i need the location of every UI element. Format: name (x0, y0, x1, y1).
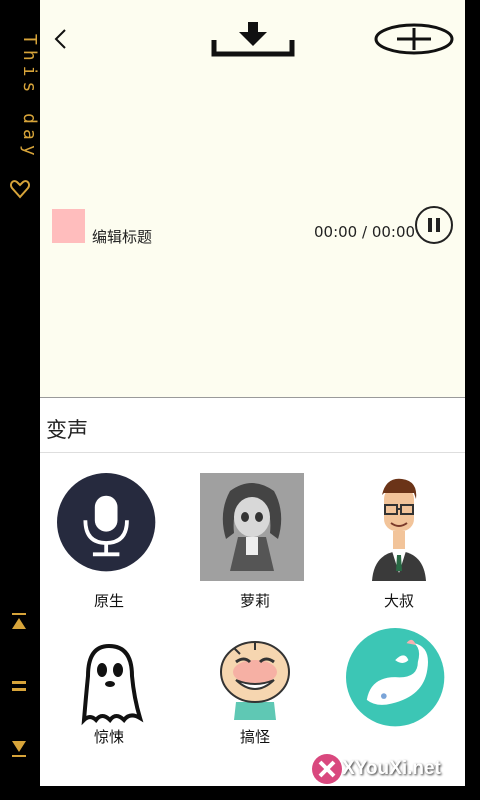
fish-icon (346, 628, 445, 727)
voice-label: 萝莉 (239, 592, 270, 610)
anime-girl-icon (200, 473, 304, 581)
pause-button[interactable] (414, 205, 454, 245)
heart-icon (9, 180, 31, 199)
voice-label: 大叔 (383, 592, 414, 610)
prev-icon[interactable] (10, 612, 28, 630)
vertical-title: This day (19, 34, 40, 161)
edit-title-link[interactable]: 编辑标题 (92, 226, 152, 247)
add-icon[interactable] (373, 22, 455, 56)
divider (40, 452, 465, 453)
player-area: 编辑标题 00:00 / 00:00 (40, 0, 465, 398)
cover-thumbnail[interactable] (52, 209, 85, 243)
gamepad-logo-icon (312, 754, 342, 784)
pause-icon[interactable] (10, 678, 28, 696)
download-icon[interactable] (211, 20, 295, 58)
back-icon[interactable] (50, 26, 74, 52)
voice-label: 搞怪 (239, 728, 270, 746)
watermark-small: X游戏 (432, 744, 460, 755)
right-border (465, 0, 480, 800)
voice-label: 原生 (93, 592, 124, 610)
voice-label: 惊悚 (93, 728, 124, 746)
uncle-icon (372, 478, 426, 581)
watermark: X游戏 XYouXi.net (308, 738, 474, 792)
microphone-icon (57, 473, 156, 572)
watermark-main: XYouXi.net (342, 758, 441, 779)
next-icon[interactable] (10, 740, 28, 758)
time-display: 00:00 / 00:00 (314, 223, 416, 241)
funny-face-icon (220, 641, 290, 720)
app-screen: 编辑标题 00:00 / 00:00 变声 原生 萝莉 大叔 惊悚 搞怪 (40, 0, 465, 786)
ghost-icon (81, 643, 144, 726)
section-title: 变声 (46, 418, 88, 442)
side-strip: This day (0, 0, 40, 800)
